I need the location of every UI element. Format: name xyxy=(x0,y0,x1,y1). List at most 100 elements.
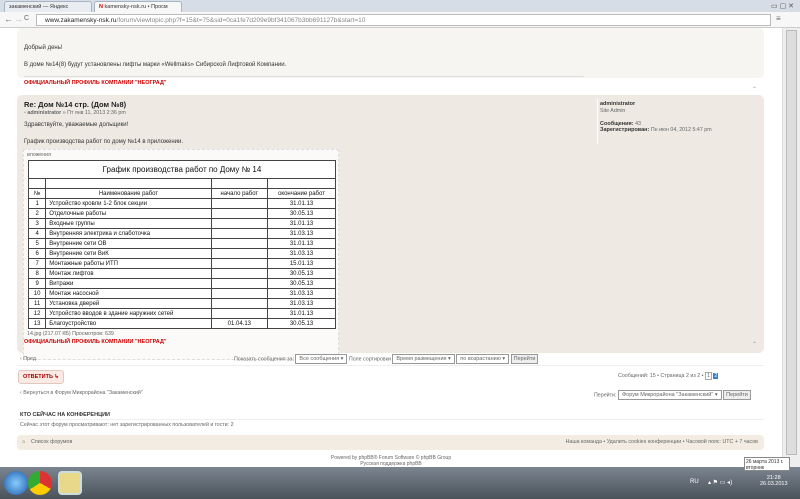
schedule-row: 6 Внутренние сети ВиК 31.03.13 xyxy=(27,248,336,259)
address-bar[interactable]: www.zakamensky-nsk.ru/forum/viewtopic.ph… xyxy=(36,14,771,26)
top-icon[interactable]: ⌃ xyxy=(752,341,757,348)
schedule-cell: 7 xyxy=(27,258,47,269)
tab-forum[interactable]: N kamensky-nsk.ru • Просм xyxy=(94,1,182,12)
back-icon[interactable]: ← xyxy=(4,14,13,24)
sort-label: Поле сортировки xyxy=(348,356,391,363)
post-title[interactable]: Re: Дом №14 стр. (Дом №8) xyxy=(24,100,126,109)
schedule-cell: Устройство кровли 1-2 блок секции xyxy=(45,198,212,209)
show-select[interactable]: Все сообщения ▾ xyxy=(295,354,348,364)
schedule-cell: 30.05.13 xyxy=(267,278,336,289)
menu-icon[interactable]: ≡ xyxy=(776,14,781,23)
scrollbar[interactable] xyxy=(782,28,800,467)
go-button[interactable]: Перейти xyxy=(510,354,539,364)
schedule-cell: 30.05.13 xyxy=(267,318,336,329)
schedule-cell: 1 xyxy=(27,198,47,209)
post-2: Re: Дом №14 стр. (Дом №8) ▫ administrato… xyxy=(17,95,764,360)
schedule-header: окончание работ xyxy=(267,188,336,199)
home-icon: ⌂ xyxy=(22,439,26,445)
posts-count: 43 xyxy=(635,120,641,127)
schedule-cell: Входные группы xyxy=(45,218,212,229)
schedule-cell: 11 xyxy=(27,298,47,309)
schedule-cell: 31.03.13 xyxy=(267,288,336,299)
reg-label: Зарегистрирован: xyxy=(600,127,650,133)
schedule-cell: Монтаж лифтов xyxy=(45,268,212,279)
top-icon[interactable]: ⌃ xyxy=(752,86,757,93)
schedule-cell: 30.05.13 xyxy=(267,208,336,219)
language-indicator[interactable]: RU xyxy=(690,479,699,485)
schedule-cell: 31.01.13 xyxy=(267,238,336,249)
schedule-header: Наименование работ xyxy=(45,188,212,199)
online-text: Сейчас этот форум просматривают: нет зар… xyxy=(20,422,234,428)
forum-index-link[interactable]: Список форумов xyxy=(31,439,72,445)
jump-select[interactable]: Форум Микрорайона "Закаменский" ▾ xyxy=(617,390,722,400)
schedule-row: 2 Отделочные работы 30.05.13 xyxy=(27,208,336,219)
schedule-cell: Монтажные работы ИТП xyxy=(45,258,212,269)
schedule-cell: Устройство вводов в здание наружних сете… xyxy=(45,308,212,319)
schedule-row: 3 Входные группы 31.01.13 xyxy=(27,218,336,229)
attachment-image[interactable]: График производства работ по Дому № 14 №… xyxy=(27,160,336,329)
schedule-title: График производства работ по Дому № 14 xyxy=(28,160,336,179)
profile-name[interactable]: administrator xyxy=(600,101,635,107)
prev-link[interactable]: ‹ Пред. xyxy=(20,356,37,362)
sort-select[interactable]: Время размещения ▾ xyxy=(392,354,455,364)
schedule-cell: 15.01.13 xyxy=(267,258,336,269)
scroll-thumb[interactable] xyxy=(786,30,797,455)
schedule-header: начало работ xyxy=(210,188,269,199)
schedule-cell: 6 xyxy=(27,248,47,259)
order-select[interactable]: по возрастанию ▾ xyxy=(456,354,510,364)
schedule-cell xyxy=(210,198,269,209)
schedule-cell: 9 xyxy=(27,278,47,289)
schedule-cell xyxy=(210,308,269,319)
footer-links[interactable]: Наша команда • Удалить cookies конференц… xyxy=(566,439,758,445)
date-tooltip: 26 марта 2013 г. вторник xyxy=(744,457,790,471)
schedule-cell: 31.01.13 xyxy=(267,218,336,229)
schedule-cell: 31.03.13 xyxy=(267,228,336,239)
schedule-cell xyxy=(210,258,269,269)
schedule-cell: 4 xyxy=(27,228,47,239)
schedule-cell: 30.05.13 xyxy=(267,268,336,279)
page-2-current: 2 xyxy=(713,373,719,379)
schedule-cell: 10 xyxy=(27,288,47,299)
clock[interactable]: 21:28 26.03.2013 xyxy=(760,475,788,487)
post-text: Здравствуйте, уважаемые дольщики! xyxy=(24,122,129,128)
schedule-cell: 31.01.13 xyxy=(267,308,336,319)
schedule-cell: Отделочные работы xyxy=(45,208,212,219)
tab-bar: закаменский — Яндекс N kamensky-nsk.ru •… xyxy=(0,0,800,12)
schedule-cell: Внутренняя электрика и слаботочка xyxy=(45,228,212,239)
post-text: График производства работ по дому №14 в … xyxy=(24,139,184,145)
schedule-cell: Внутренние сети ОВ xyxy=(45,238,212,249)
schedule-cell: 13 xyxy=(27,318,47,329)
schedule-cell: 3 xyxy=(27,218,47,229)
schedule-row: 12 Устройство вводов в здание наружних се… xyxy=(27,308,336,319)
window-controls[interactable]: ▭ ▢ ✕ xyxy=(771,2,794,10)
url-path: /forum/viewtopic.php?f=15&t=75&sid=0ca1f… xyxy=(116,17,366,24)
back-to-forum-link[interactable]: ‹ Вернуться в Форум Микрорайона "Закамен… xyxy=(20,390,143,396)
start-button[interactable] xyxy=(4,471,28,495)
tab-yandex[interactable]: закаменский — Яндекс xyxy=(4,1,92,12)
signature-link[interactable]: ОФИЦИАЛЬНЫЙ ПРОФИЛЬ КОМПАНИИ "НЕОГРАД" xyxy=(24,339,166,345)
schedule-cell: 01.04.13 xyxy=(210,318,269,329)
schedule-cell: 31.01.13 xyxy=(267,198,336,209)
page-1-link[interactable]: 1 xyxy=(704,372,712,380)
schedule-cell: 5 xyxy=(27,238,47,249)
author-link[interactable]: administrator xyxy=(27,110,61,116)
reply-button[interactable]: ОТВЕТИТЬ ↳ xyxy=(18,370,65,384)
tab-label: kamensky-nsk.ru • Просм xyxy=(104,4,168,10)
explorer-icon[interactable] xyxy=(58,471,82,495)
schedule-cell: Витражи xyxy=(45,278,212,289)
file-info: 14.jpg (217.07 КБ) Просмотров: 639 xyxy=(27,331,114,337)
reg-date: Пн июн 04, 2012 5:47 pm xyxy=(650,127,712,133)
footer-nav: ⌂ Список форумов Наша команда • Удалить … xyxy=(17,435,764,450)
tray-icons[interactable]: ▴ ⚑ ▭ ◂) xyxy=(708,479,732,486)
post-text: В доме №14(8) будут установлены лифты ма… xyxy=(24,62,287,68)
schedule-row: 1 Устройство кровли 1-2 блок секции 31.01.… xyxy=(27,198,336,209)
reload-icon[interactable]: C xyxy=(24,15,29,22)
site-favicon: N xyxy=(99,4,103,10)
forward-icon[interactable]: → xyxy=(14,14,23,24)
post-icon: ▫ xyxy=(24,110,26,116)
chrome-icon[interactable] xyxy=(28,471,52,495)
jump-go-button[interactable]: Перейти xyxy=(723,390,751,400)
schedule-cell: 2 xyxy=(27,208,47,219)
show-label: Показать сообщения за: xyxy=(234,356,294,363)
signature-link[interactable]: ОФИЦИАЛЬНЫЙ ПРОФИЛЬ КОМПАНИИ "НЕОГРАД" xyxy=(24,80,166,86)
